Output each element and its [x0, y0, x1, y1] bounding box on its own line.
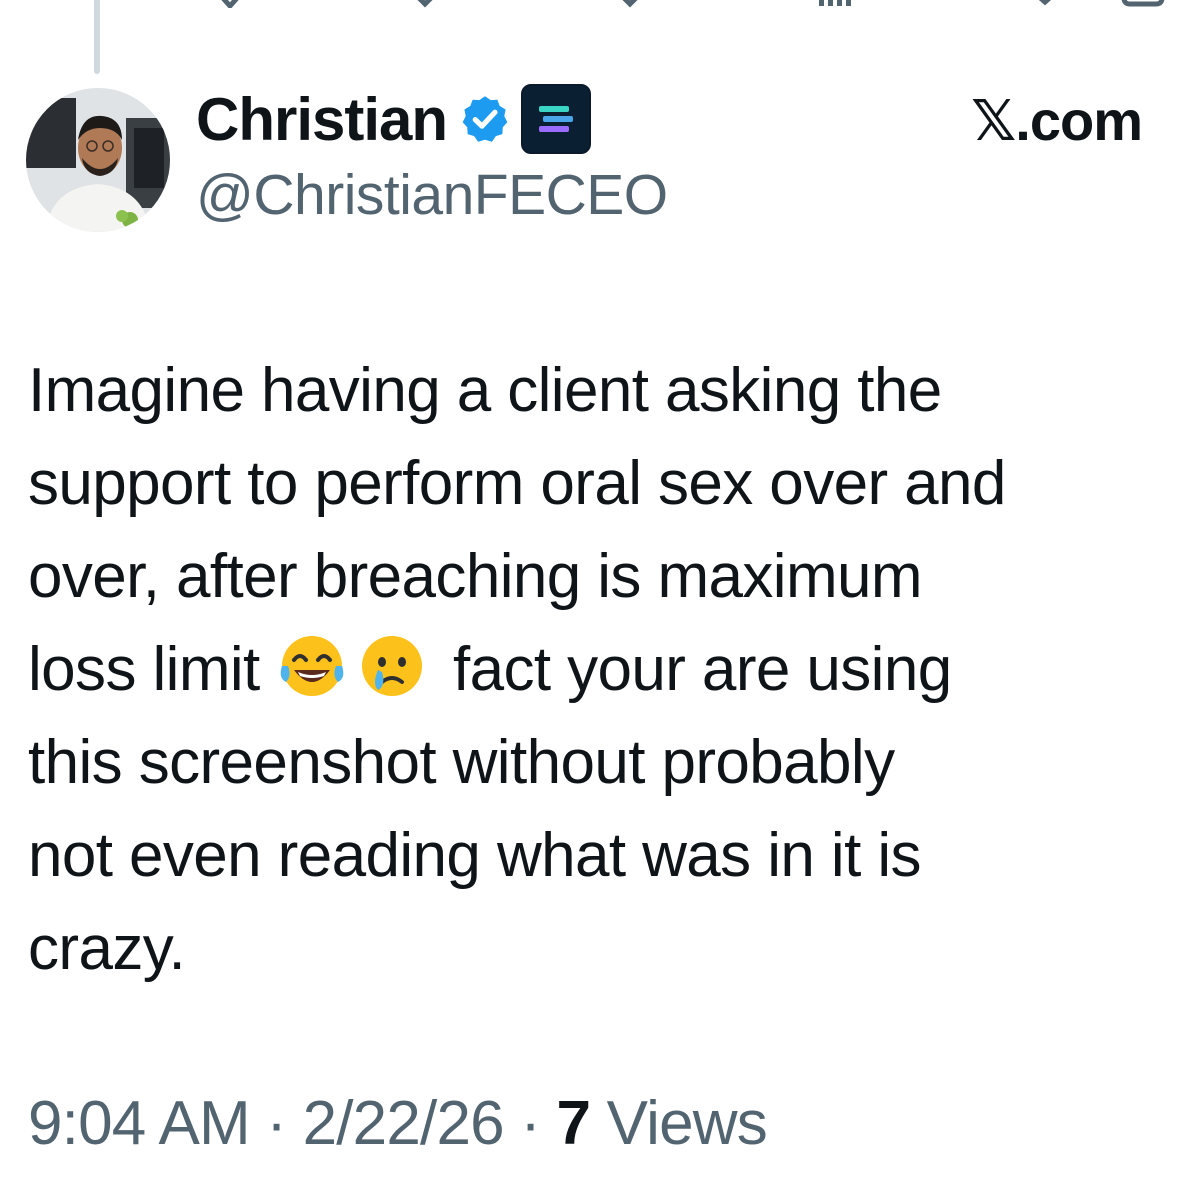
tweet-line: this screenshot without probably: [28, 728, 895, 797]
tweet-line: support to perform oral sex over and: [28, 449, 1006, 518]
meta-separator: ·: [503, 1089, 557, 1158]
view-count[interactable]: 7: [557, 1089, 591, 1158]
bookmark-icon[interactable]: [1025, 0, 1065, 8]
crying-face-emoji-icon: [362, 636, 423, 696]
tweet-line: not even reading what was in it is: [28, 821, 921, 890]
affiliate-logo-icon[interactable]: [521, 84, 592, 154]
author-avatar[interactable]: [26, 88, 170, 232]
previous-tweet-action-bar: [0, 0, 1200, 14]
tweet-line: loss limit fact your are using: [28, 623, 1168, 716]
tweet-line: crazy.: [28, 914, 186, 983]
tweet-date[interactable]: 2/22/26: [303, 1089, 505, 1158]
tweet-meta: 9:04 AM · 2/22/26 · 7 Views: [28, 1088, 768, 1159]
author-display-name[interactable]: Christian: [196, 85, 448, 154]
meta-separator: ·: [249, 1089, 303, 1158]
author-handle[interactable]: @ChristianFECEO: [196, 162, 668, 228]
author-name-row: Christian: [196, 84, 592, 154]
site-watermark: 𝕏.com: [971, 89, 1143, 152]
tweet-text: Imagine having a client asking the suppo…: [28, 344, 1168, 995]
tweet-line: over, after breaching is maximum: [28, 542, 923, 611]
views-label[interactable]: Views: [590, 1089, 768, 1158]
tweet-line: Imagine having a client asking the: [28, 356, 942, 425]
views-icon[interactable]: [815, 0, 855, 8]
tweet-time[interactable]: 9:04 AM: [28, 1089, 251, 1158]
reply-icon[interactable]: [210, 0, 250, 8]
verified-badge-icon[interactable]: [459, 93, 511, 145]
tears-of-joy-emoji-icon: [280, 636, 344, 696]
like-icon[interactable]: [610, 0, 650, 8]
retweet-icon[interactable]: [405, 0, 445, 8]
share-icon[interactable]: [1120, 0, 1166, 8]
